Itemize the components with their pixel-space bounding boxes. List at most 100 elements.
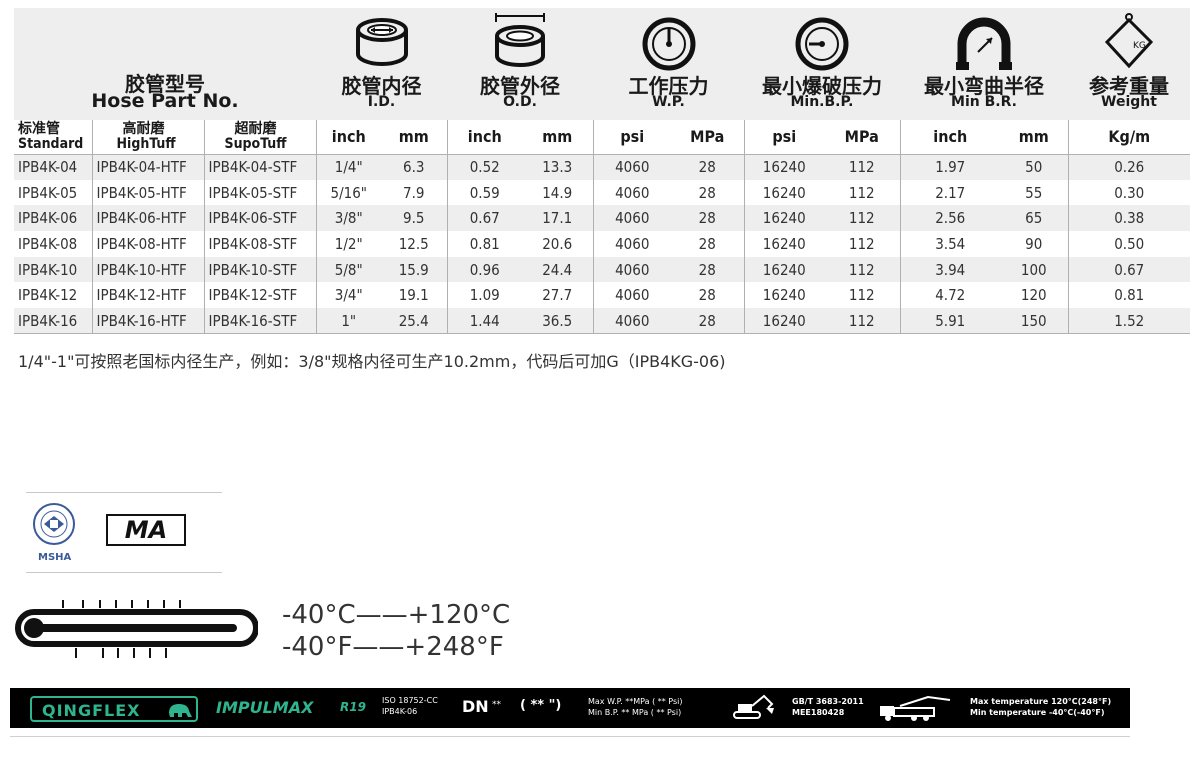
cell-od-inch: 1.44: [447, 308, 522, 335]
cell-od-mm: 20.6: [522, 231, 594, 257]
cell-br-inch: 1.97: [900, 154, 1000, 180]
cell-wp-psi: 4060: [593, 179, 671, 206]
col-bp-psi: psi: [744, 120, 824, 155]
cell-wp-mpa: 28: [671, 154, 745, 180]
cell-br-inch: 5.91: [900, 308, 1000, 335]
table-row: IPB4K-05 IPB4K-05-HTF IPB4K-05-STF 5/16" 7.9…: [14, 179, 1190, 206]
cell-wp-mpa: 28: [671, 282, 745, 309]
msha-logo: MSHA: [26, 502, 86, 563]
cell-hightuff: IPB4K-04-HTF: [92, 154, 205, 180]
temperature-fahrenheit: -40°F——+248°F: [282, 632, 504, 662]
cell-wp-psi: 4060: [593, 282, 671, 309]
cell-id-inch: 5/8": [316, 256, 381, 283]
cell-hightuff: IPB4K-12-HTF: [92, 282, 205, 309]
cell-br-inch: 3.94: [900, 256, 1000, 283]
msha-label: MSHA: [38, 552, 72, 563]
cell-br-mm: 55: [1000, 179, 1069, 206]
impulmax-text: IMPULMAX: [216, 698, 314, 717]
cell-weight: 0.26: [1068, 154, 1190, 180]
header-wp: 工作压力 W.P.: [593, 8, 744, 120]
cell-bp-mpa: 112: [824, 154, 901, 180]
cell-id-inch: 1/2": [316, 231, 381, 257]
table-row: IPB4K-12 IPB4K-12-HTF IPB4K-12-STF 3/4" 19.1…: [14, 282, 1190, 309]
cell-weight: 0.38: [1068, 205, 1190, 232]
cell-wp-psi: 4060: [593, 308, 671, 335]
col-wp-mpa: MPa: [671, 120, 745, 155]
outer-diameter-icon: [495, 13, 545, 67]
cell-bp-psi: 16240: [744, 231, 824, 257]
cell-weight: 0.30: [1068, 179, 1190, 206]
cell-bp-mpa: 112: [824, 308, 901, 335]
iso-part-text: IPB4K-06: [382, 707, 418, 716]
header-br: 最小弯曲半径 Min B.R.: [900, 8, 1068, 120]
col-wp-psi: psi: [593, 120, 671, 155]
cell-od-inch: 0.81: [447, 231, 522, 257]
cell-standard: IPB4K-05: [14, 179, 93, 206]
header-id: 胶管内径 I.D.: [316, 8, 447, 120]
cell-standard: IPB4K-12: [14, 282, 93, 309]
col-od-mm: mm: [522, 120, 594, 155]
col-bp-mpa: MPa: [824, 120, 901, 155]
qingflex-logo-text: QINGFLEX: [42, 701, 141, 720]
header-br-en: Min B.R.: [951, 94, 1017, 110]
weight-icon: KG: [1104, 13, 1154, 69]
gbt-standard-text: GB/T 3683-2011: [792, 697, 864, 706]
cell-hightuff: IPB4K-16-HTF: [92, 308, 205, 335]
burst-gauge-icon: [795, 17, 849, 71]
cell-br-mm: 65: [1000, 205, 1069, 232]
hose-branding-band: QINGFLEX IMPULMAX R19 ISO 18752-CC IPB4K…: [10, 688, 1130, 728]
cell-od-inch: 0.96: [447, 256, 522, 283]
cell-br-inch: 4.72: [900, 282, 1000, 309]
cell-id-inch: 3/4": [316, 282, 381, 309]
cell-wp-psi: 4060: [593, 205, 671, 232]
cell-weight: 1.52: [1068, 308, 1190, 335]
header-part-no-en: Hose Part No.: [91, 90, 239, 112]
r19-text: R19: [340, 700, 366, 714]
excavator-icon: [733, 694, 774, 719]
cell-br-inch: 2.56: [900, 205, 1000, 232]
table-row: IPB4K-16 IPB4K-16-HTF IPB4K-16-STF 1" 25.4 1.…: [14, 308, 1190, 335]
col-standard: 标准管 Standard: [14, 120, 93, 155]
cell-id-inch: 1/4": [316, 154, 381, 180]
temperature-celsius: -40°C——+120°C: [282, 600, 511, 630]
cell-wp-mpa: 28: [671, 231, 745, 257]
qingflex-logo: QINGFLEX: [30, 696, 198, 722]
cell-br-mm: 90: [1000, 231, 1069, 257]
cell-br-mm: 120: [1000, 282, 1069, 309]
header-bp-en: Min.B.P.: [790, 94, 854, 110]
max-wp-text: Max W.P. **MPa ( ** Psi): [588, 697, 683, 706]
cell-bp-psi: 16240: [744, 154, 824, 180]
cell-standard: IPB4K-10: [14, 256, 93, 283]
iso-standard-text: ISO 18752-CC: [382, 696, 438, 705]
col-hightuff-zh: 高耐磨: [122, 120, 165, 137]
cell-supotuff: IPB4K-05-STF: [204, 179, 317, 206]
cell-id-inch: 5/16": [316, 179, 381, 206]
svg-text:KG: KG: [1133, 41, 1146, 51]
cell-wp-mpa: 28: [671, 308, 745, 335]
table-row: IPB4K-06 IPB4K-06-HTF IPB4K-06-STF 3/8" 9.5 0…: [14, 205, 1190, 232]
col-od-inch: inch: [447, 120, 522, 155]
col-supotuff-en: SupoTuff: [224, 135, 287, 152]
col-hightuff-en: HighTuff: [116, 135, 176, 152]
cell-id-mm: 19.1: [381, 282, 448, 309]
cell-bp-psi: 16240: [744, 256, 824, 283]
table-row: IPB4K-04 IPB4K-04-HTF IPB4K-04-STF 1/4" 6.3 0…: [14, 154, 1190, 180]
cell-bp-mpa: 112: [824, 179, 901, 206]
cell-od-mm: 27.7: [522, 282, 594, 309]
min-temperature-text: Min temperature -40°C(-40°F): [970, 708, 1105, 717]
cell-wp-psi: 4060: [593, 256, 671, 283]
cell-bp-psi: 16240: [744, 205, 824, 232]
cell-id-mm: 9.5: [381, 205, 448, 232]
bend-radius-icon: [956, 17, 1012, 70]
cell-bp-psi: 16240: [744, 282, 824, 309]
cell-bp-mpa: 112: [824, 256, 901, 283]
cell-od-mm: 36.5: [522, 308, 594, 335]
cell-od-inch: 0.59: [447, 179, 522, 206]
cell-standard: IPB4K-06: [14, 205, 93, 232]
cell-br-inch: 3.54: [900, 231, 1000, 257]
cell-supotuff: IPB4K-10-STF: [204, 256, 317, 283]
table-row: IPB4K-10 IPB4K-10-HTF IPB4K-10-STF 5/8" 15.9…: [14, 256, 1190, 283]
cell-standard: IPB4K-04: [14, 154, 93, 180]
cell-wp-psi: 4060: [593, 231, 671, 257]
cell-bp-psi: 16240: [744, 308, 824, 335]
